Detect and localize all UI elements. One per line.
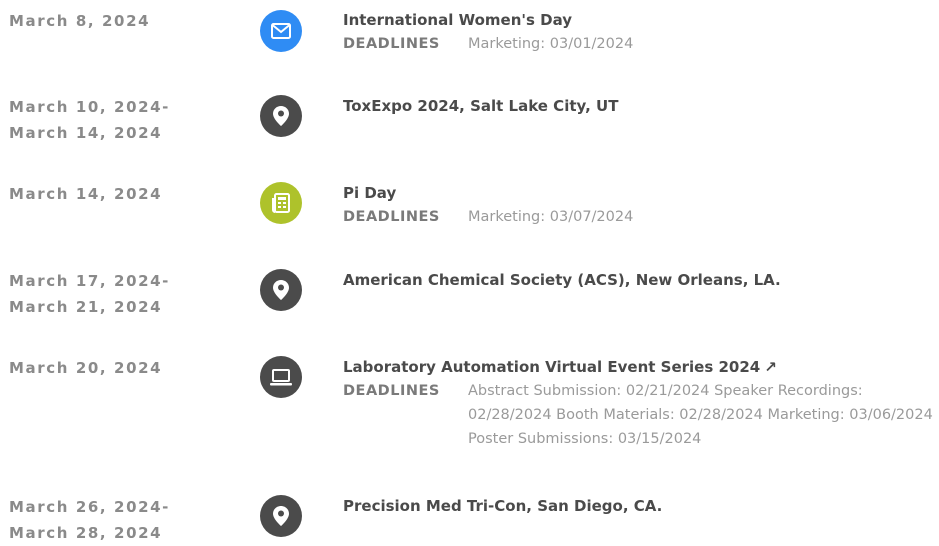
- mail-icon: [260, 10, 302, 52]
- deadlines-text: Abstract Submission: 02/21/2024 Speaker …: [468, 383, 933, 447]
- location-pin-icon: [260, 495, 302, 537]
- deadlines: DEADLINES Abstract Submission: 02/21/2024…: [343, 379, 938, 451]
- deadlines-label: DEADLINES: [343, 209, 440, 225]
- deadlines: DEADLINES Marketing: 03/07/2024: [343, 205, 938, 229]
- event-title[interactable]: ToxExpo 2024, Salt Lake City, UT: [343, 94, 618, 118]
- event-title[interactable]: Pi Day: [343, 181, 396, 205]
- event-date: March 17, 2024- March 21, 2024: [9, 272, 171, 316]
- location-pin-icon: [260, 95, 302, 137]
- event-date: March 8, 2024: [9, 12, 151, 30]
- external-link-icon[interactable]: ↗: [764, 358, 777, 376]
- event-date: March 10, 2024- March 14, 2024: [9, 98, 171, 142]
- deadlines: DEADLINES Marketing: 03/01/2024: [343, 32, 938, 56]
- event-title[interactable]: Precision Med Tri-Con, San Diego, CA.: [343, 494, 662, 518]
- newspaper-icon: [260, 182, 302, 224]
- deadlines-label: DEADLINES: [343, 36, 440, 52]
- event-title[interactable]: International Women's Day: [343, 8, 572, 32]
- deadlines-text: Marketing: 03/07/2024: [468, 209, 634, 225]
- deadlines-text: Marketing: 03/01/2024: [468, 36, 634, 52]
- location-pin-icon: [260, 269, 302, 311]
- laptop-icon: [260, 356, 302, 398]
- deadlines-label: DEADLINES: [343, 383, 440, 399]
- event-date: March 20, 2024: [9, 359, 163, 377]
- event-date: March 14, 2024: [9, 185, 163, 203]
- event-title[interactable]: Laboratory Automation Virtual Event Seri…: [343, 355, 777, 379]
- event-date: March 26, 2024- March 28, 2024: [9, 498, 171, 542]
- event-title[interactable]: American Chemical Society (ACS), New Orl…: [343, 268, 781, 292]
